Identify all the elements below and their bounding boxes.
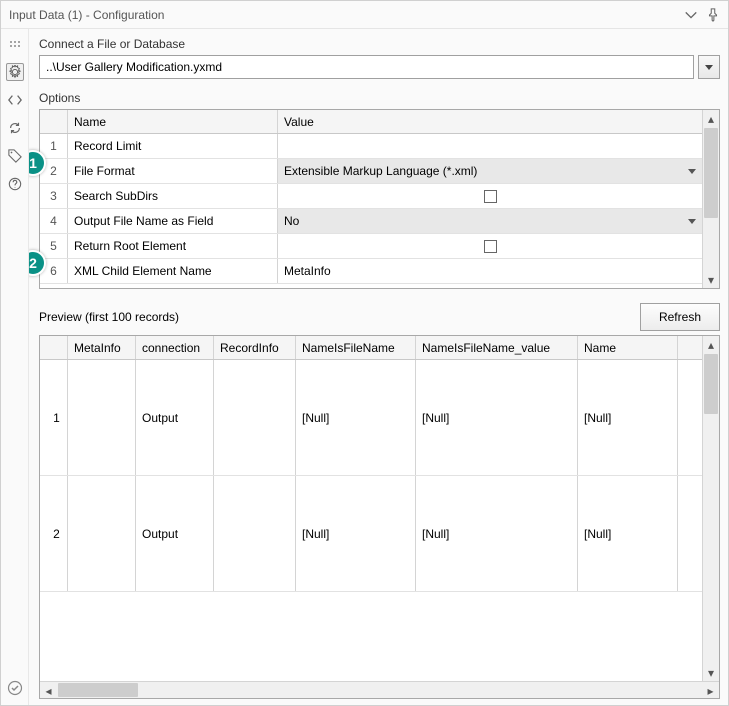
option-name: File Format — [68, 159, 278, 183]
file-dropdown-button[interactable] — [698, 55, 720, 79]
options-row: 4 Output File Name as Field No — [40, 209, 702, 234]
preview-cell[interactable]: [Null] — [578, 360, 678, 475]
scroll-thumb[interactable] — [704, 128, 718, 218]
preview-col-header[interactable]: RecordInfo — [214, 336, 296, 359]
scroll-thumb[interactable] — [704, 354, 718, 414]
scroll-thumb[interactable] — [58, 683, 138, 697]
options-row: 5 Return Root Element — [40, 234, 702, 259]
refresh-button[interactable]: Refresh — [640, 303, 720, 331]
options-vscrollbar[interactable]: ▴ ▾ — [702, 110, 719, 288]
file-path-input[interactable] — [39, 55, 694, 79]
preview-hscrollbar[interactable]: ◂ ▸ — [40, 681, 719, 698]
chevron-down-icon — [688, 169, 696, 174]
options-row: 3 Search SubDirs — [40, 184, 702, 209]
value-column-header[interactable]: Value — [278, 110, 702, 133]
row-number: 3 — [40, 184, 68, 208]
preview-vscrollbar[interactable]: ▴ ▾ — [702, 336, 719, 681]
preview-col-header[interactable]: MetaInfo — [68, 336, 136, 359]
option-name: Record Limit — [68, 134, 278, 158]
preview-grid: MetaInfo connection RecordInfo NameIsFil… — [39, 335, 720, 699]
preview-cell[interactable]: Output — [136, 476, 214, 591]
preview-col-header[interactable]: Name — [578, 336, 678, 359]
option-name: XML Child Element Name — [68, 259, 278, 283]
preview-cell[interactable]: [Null] — [416, 476, 578, 591]
preview-cell[interactable] — [68, 476, 136, 591]
preview-row: 2 Output [Null] [Null] [Null] — [40, 476, 702, 592]
scroll-down-icon[interactable]: ▾ — [703, 271, 719, 288]
config-tab-icon[interactable] — [6, 63, 24, 81]
row-number: 1 — [40, 134, 68, 158]
option-name: Search SubDirs — [68, 184, 278, 208]
row-number-header — [40, 110, 68, 133]
preview-row: 1 Output [Null] [Null] [Null] — [40, 360, 702, 476]
preview-cell[interactable]: [Null] — [416, 360, 578, 475]
refresh-tab-icon[interactable] — [6, 119, 24, 137]
panel-title: Input Data (1) - Configuration — [9, 8, 164, 22]
pin-icon[interactable] — [706, 8, 720, 22]
option-name: Return Root Element — [68, 234, 278, 258]
chevron-down-icon — [688, 219, 696, 224]
options-row: 1 Record Limit — [40, 134, 702, 159]
options-row: 2 File Format Extensible Markup Language… — [40, 159, 702, 184]
preview-rownum: 2 — [40, 476, 68, 591]
preview-label: Preview (first 100 records) — [39, 310, 179, 324]
scroll-down-icon[interactable]: ▾ — [703, 664, 719, 681]
preview-rownum-header — [40, 336, 68, 359]
preview-cell[interactable]: [Null] — [296, 360, 416, 475]
name-column-header[interactable]: Name — [68, 110, 278, 133]
preview-cell[interactable] — [68, 360, 136, 475]
scroll-right-icon[interactable]: ▸ — [702, 682, 719, 699]
file-format-select[interactable]: Extensible Markup Language (*.xml) — [278, 159, 702, 183]
preview-cell[interactable] — [214, 476, 296, 591]
status-check-icon — [6, 679, 24, 697]
preview-cell[interactable]: Output — [136, 360, 214, 475]
output-filename-select[interactable]: No — [278, 209, 702, 233]
tag-tab-icon[interactable] — [6, 147, 24, 165]
search-subdirs-checkbox[interactable] — [484, 190, 497, 203]
preview-rownum: 1 — [40, 360, 68, 475]
help-tab-icon[interactable] — [6, 175, 24, 193]
tool-icon-rail — [1, 29, 29, 705]
row-number: 4 — [40, 209, 68, 233]
scroll-left-icon[interactable]: ◂ — [40, 682, 57, 699]
options-label: Options — [39, 91, 720, 105]
preview-col-header[interactable]: NameIsFileName_value — [416, 336, 578, 359]
xml-child-element-value[interactable]: MetaInfo — [278, 259, 702, 283]
scroll-up-icon[interactable]: ▴ — [703, 110, 719, 127]
preview-col-header[interactable]: connection — [136, 336, 214, 359]
record-limit-value[interactable] — [278, 134, 702, 158]
preview-cell[interactable]: [Null] — [578, 476, 678, 591]
rail-drag-icon[interactable] — [6, 35, 24, 53]
preview-cell[interactable] — [214, 360, 296, 475]
options-grid: 1 2 Name Value 1 Record Limit 2 — [39, 109, 720, 289]
connect-label: Connect a File or Database — [39, 37, 720, 51]
collapse-icon[interactable] — [684, 8, 698, 22]
preview-col-header[interactable]: NameIsFileName — [296, 336, 416, 359]
preview-cell[interactable]: [Null] — [296, 476, 416, 591]
return-root-checkbox[interactable] — [484, 240, 497, 253]
titlebar: Input Data (1) - Configuration — [1, 1, 728, 29]
options-row: 6 XML Child Element Name MetaInfo — [40, 259, 702, 284]
row-number: 5 — [40, 234, 68, 258]
scroll-up-icon[interactable]: ▴ — [703, 336, 719, 353]
xml-tab-icon[interactable] — [6, 91, 24, 109]
option-name: Output File Name as Field — [68, 209, 278, 233]
chevron-down-icon — [705, 65, 713, 70]
